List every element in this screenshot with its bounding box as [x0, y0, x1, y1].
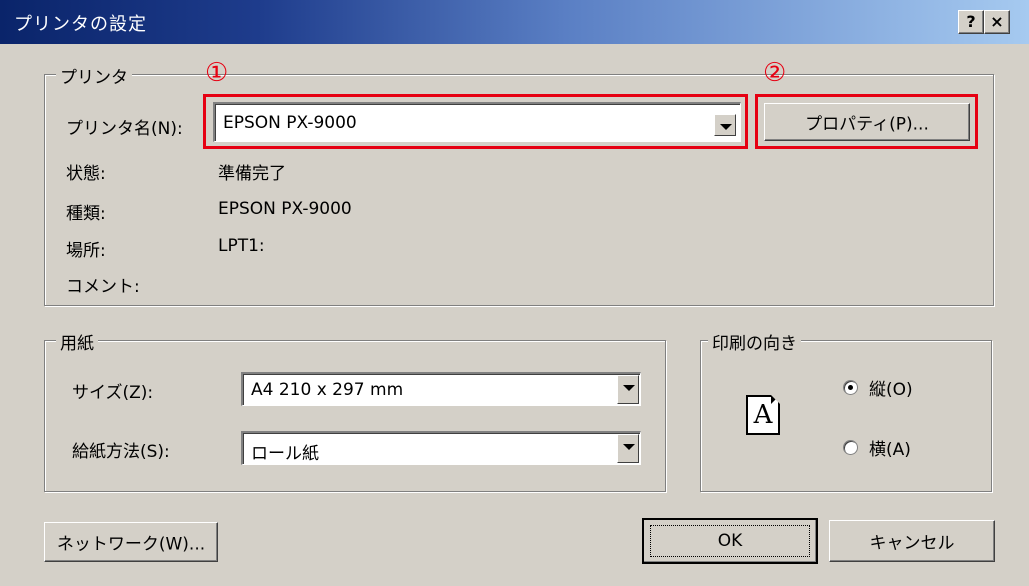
ok-button-label: OK — [717, 531, 743, 551]
size-label: サイズ(Z): — [72, 383, 154, 403]
orientation-group-legend: 印刷の向き — [708, 329, 801, 354]
window-title: プリンタの設定 — [14, 14, 147, 35]
page-icon-letter: A — [753, 400, 773, 430]
paper-group — [44, 340, 666, 492]
close-icon[interactable]: × — [984, 10, 1010, 34]
portrait-label[interactable]: 縦(O) — [869, 375, 913, 400]
printer-name-label: プリンタ名(N): — [66, 119, 183, 139]
network-button[interactable]: ネットワーク(W)... — [44, 522, 218, 562]
portrait-radio[interactable] — [843, 380, 858, 395]
cancel-button[interactable]: キャンセル — [829, 520, 995, 562]
title-bar: プリンタの設定 ? × — [0, 0, 1029, 44]
status-value: 準備完了 — [218, 164, 286, 184]
marker-2: ② — [763, 58, 787, 88]
type-label: 種類: — [66, 204, 106, 224]
printer-group-legend: プリンタ — [56, 63, 132, 88]
location-value: LPT1: — [218, 236, 265, 256]
highlight-box-1 — [203, 94, 748, 149]
source-label: 給紙方法(S): — [72, 442, 170, 462]
cancel-button-label: キャンセル — [869, 533, 955, 554]
landscape-label[interactable]: 横(A) — [869, 435, 911, 460]
highlight-box-2 — [755, 94, 978, 149]
paper-size-select[interactable]: A4 210 x 297 mm — [241, 372, 641, 406]
help-icon[interactable]: ? — [958, 10, 984, 34]
comment-label: コメント: — [66, 277, 140, 297]
paper-size-value: A4 210 x 297 mm — [251, 380, 404, 400]
chevron-down-icon[interactable] — [617, 434, 639, 463]
orientation-group — [700, 340, 992, 492]
portrait-page-icon: A — [746, 395, 780, 435]
status-label: 状態: — [66, 164, 106, 184]
chevron-down-icon[interactable] — [617, 375, 639, 404]
location-label: 場所: — [66, 241, 106, 261]
network-button-label: ネットワーク(W)... — [56, 534, 206, 555]
type-value: EPSON PX-9000 — [218, 199, 352, 219]
landscape-radio[interactable] — [843, 440, 858, 455]
ok-button[interactable]: OK — [642, 518, 818, 564]
paper-group-legend: 用紙 — [56, 329, 98, 354]
paper-source-select[interactable]: ロール紙 — [241, 431, 641, 465]
marker-1: ① — [205, 58, 229, 88]
paper-source-value: ロール紙 — [251, 444, 319, 464]
